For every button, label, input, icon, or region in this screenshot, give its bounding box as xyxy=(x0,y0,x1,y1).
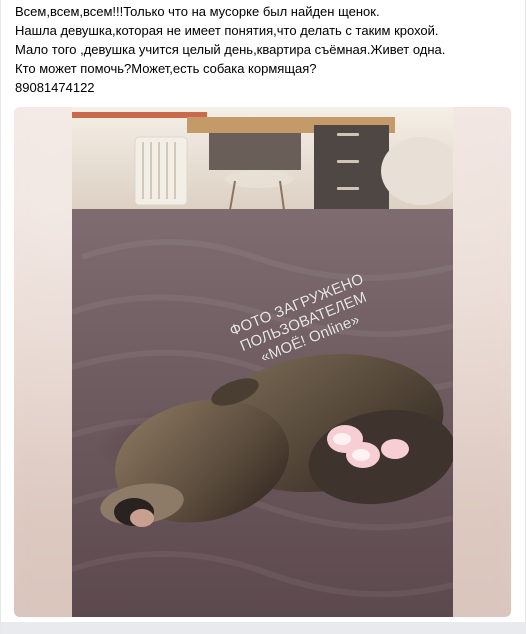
post-text-line-4: Кто может помочь?Может,есть собака кормя… xyxy=(15,61,317,76)
post-photo[interactable]: ФОТО ЗАГРУЖЕНО ПОЛЬЗОВАТЕЛЕМ «МОЁ! Onlin… xyxy=(14,107,511,617)
post-card: Всем,всем,всем!!!Только что на мусорке б… xyxy=(0,0,526,634)
post-text: Всем,всем,всем!!!Только что на мусорке б… xyxy=(15,2,520,97)
post-text-line-3: Мало того ,девушка учится целый день,ква… xyxy=(15,42,446,57)
puppy-photo[interactable]: ФОТО ЗАГРУЖЕНО ПОЛЬЗОВАТЕЛЕМ «МОЁ! Onlin… xyxy=(72,107,453,617)
post-text-line-2: Нашла девушка,которая не имеет понятия,ч… xyxy=(15,23,439,38)
phone-number: 89081474122 xyxy=(15,80,95,95)
post-text-line-1: Всем,всем,всем!!!Только что на мусорке б… xyxy=(15,4,380,19)
post-bottom-strip xyxy=(1,622,526,634)
